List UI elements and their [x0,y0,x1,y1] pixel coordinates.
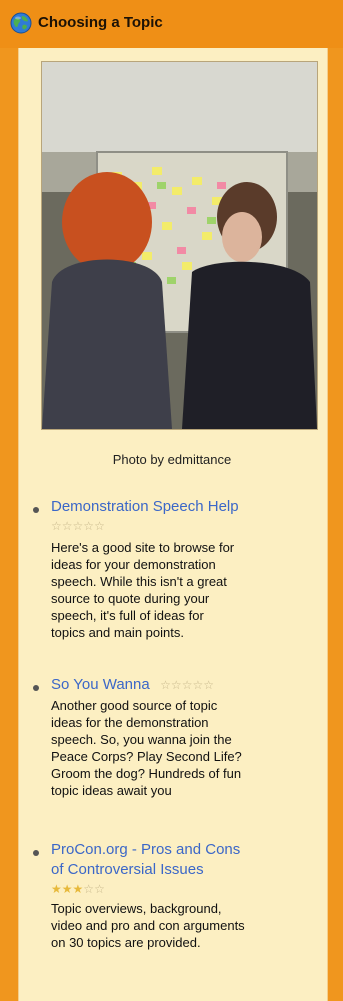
link-description: Topic overviews, background, video and p… [51,900,321,951]
desc-line: Another good source of topic [51,698,218,713]
star-icon: ★ [61,882,73,896]
desc-line: source to quote during your [51,591,210,606]
star-icon: ☆ [94,519,105,533]
desc-line: Here's a good site to browse for [51,540,235,555]
star-icon: ☆ [83,882,95,896]
desc-line: ideas for your demonstration [51,557,216,572]
link-description: Here's a good site to browse for ideas f… [51,539,321,641]
desc-line: Peace Corps? Play Second Life? [51,749,242,764]
globe-icon [10,12,32,34]
list-item: Demonstration Speech Help ☆☆☆☆☆ Here's a… [51,497,321,641]
star-icon: ☆ [61,519,73,533]
module-header: Choosing a Topic [0,0,343,48]
star-icon: ☆ [170,678,182,692]
rating-stars: ☆☆☆☆☆ [51,518,105,534]
link-procon-org[interactable]: ProCon.org - Pros and Cons of Controvers… [51,841,240,878]
list-item: So You Wanna ☆☆☆☆☆ Another good source o… [51,675,321,799]
star-icon: ☆ [72,519,84,533]
link-so-you-wanna[interactable]: So You Wanna [51,676,150,693]
rating-stars: ☆☆☆☆☆ [160,677,214,693]
photo [41,61,318,430]
star-icon: ☆ [181,678,193,692]
bullet-icon [33,850,39,856]
desc-line: video and pro and con arguments [51,918,245,933]
desc-line: Topic overviews, background, [51,901,222,916]
link-demonstration-speech-help[interactable]: Demonstration Speech Help [51,498,239,515]
desc-line: ideas for the demonstration [51,715,209,730]
star-icon: ☆ [83,519,95,533]
choosing-topic-module: Choosing a Topic Photo by edmittance Dem… [0,0,343,1001]
star-icon: ☆ [51,519,62,533]
desc-line: topic ideas await you [51,783,172,798]
bullet-icon [33,685,39,691]
star-icon: ☆ [203,678,214,692]
desc-line: on 30 topics are provided. [51,935,201,950]
rating-stars: ★★★☆☆ [51,881,105,897]
list-item: ProCon.org - Pros and Cons of Controvers… [51,840,321,951]
star-icon: ☆ [160,678,171,692]
link-title-line: ProCon.org - Pros and Cons [51,841,241,858]
module-title: Choosing a Topic [38,14,163,31]
star-icon: ☆ [94,882,105,896]
star-icon: ☆ [192,678,204,692]
desc-line: speech. While this isn't a great [51,574,227,589]
desc-line: Groom the dog? Hundreds of fun [51,766,242,781]
desc-line: speech. So, you wanna join the [51,732,232,747]
link-description: Another good source of topic ideas for t… [51,697,321,799]
desc-line: speech, it's full of ideas for [51,608,204,623]
star-icon: ★ [72,882,84,896]
bullet-icon [33,507,39,513]
photo-caption: Photo by edmittance [112,452,232,467]
desc-line: topics and main points. [51,625,184,640]
star-icon: ★ [51,882,62,896]
link-title-line: of Controversial Issues [51,861,204,878]
